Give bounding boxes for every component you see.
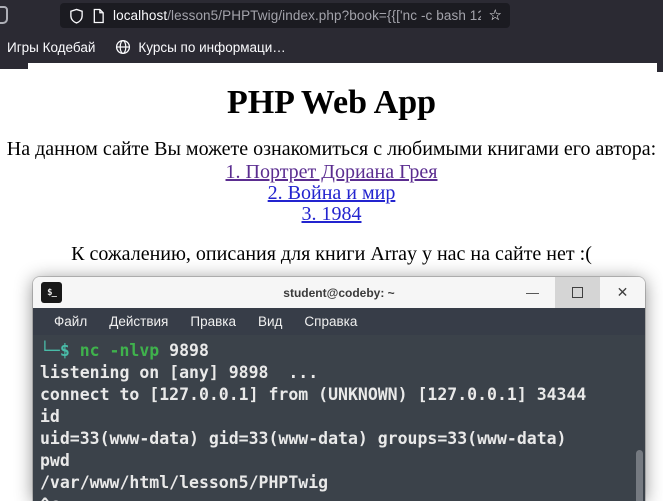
command-arg: 9898 <box>169 341 209 360</box>
menu-item-file[interactable]: Файл <box>43 314 98 329</box>
command-text: nc -nlvp <box>79 341 170 360</box>
chrome-notch-left <box>0 63 28 69</box>
terminal-output-line: id <box>40 407 60 426</box>
terminal-menubar: Файл Действия Правка Вид Справка <box>33 308 645 335</box>
terminal-window: $_ student@codeby: ~ — ✕ Файл Действия П… <box>33 277 645 501</box>
window-controls: — ✕ <box>510 277 645 308</box>
url-host: localhost <box>113 8 168 23</box>
page-title: PHP Web App <box>226 84 437 121</box>
url-path: /lesson5/PHPTwig/index.php?book={{['nc -… <box>167 8 480 23</box>
terminal-output-line: listening on [any] 9898 ... <box>40 363 319 382</box>
menu-item-edit[interactable]: Правка <box>179 314 247 329</box>
intro-text: На данном сайте Вы можете ознакомиться с… <box>6 138 657 160</box>
maximize-button[interactable] <box>555 277 600 308</box>
bookmark-item-courses[interactable]: Курсы по информаци… <box>115 39 286 55</box>
bookmarks-bar: Игры Кодебай Курсы по информаци… <box>7 33 286 61</box>
prompt-symbol: └─$ <box>40 341 80 360</box>
menu-item-view[interactable]: Вид <box>247 314 293 329</box>
close-button[interactable]: ✕ <box>600 277 645 308</box>
book-link-2[interactable]: 2. Война и мир <box>0 183 663 204</box>
terminal-prompt-line: └─$ nc -nlvp 9898 <box>40 340 645 362</box>
terminal-app-icon: $_ <box>41 282 62 303</box>
book-list: 1. Портрет Дориана Грея 2. Война и мир 3… <box>0 162 663 225</box>
screen: localhost/lesson5/PHPTwig/index.php?book… <box>0 0 663 501</box>
url-text[interactable]: localhost/lesson5/PHPTwig/index.php?book… <box>113 8 481 23</box>
terminal-output-line: pwd <box>40 451 70 470</box>
page-info-icon[interactable] <box>92 8 105 24</box>
error-text: К сожалению, описания для книги Array у … <box>71 243 592 265</box>
maximize-icon <box>572 287 583 298</box>
bookmark-star-icon[interactable]: ☆ <box>489 8 502 23</box>
bookmark-item-games[interactable]: Игры Кодебай <box>7 40 95 55</box>
globe-icon <box>116 39 131 55</box>
menu-item-help[interactable]: Справка <box>293 314 368 329</box>
terminal-output-line: /var/www/html/lesson5/PHPTwig <box>40 473 329 492</box>
shield-icon[interactable] <box>69 8 84 24</box>
book-link-1[interactable]: 1. Портрет Дориана Грея <box>0 162 663 183</box>
terminal-body[interactable]: └─$ nc -nlvp 9898 listening on [any] 989… <box>33 335 645 501</box>
terminal-output-line: uid=33(www-data) gid=33(www-data) groups… <box>40 429 567 448</box>
home-icon[interactable] <box>0 6 8 24</box>
book-link-3[interactable]: 3. 1984 <box>0 204 663 225</box>
browser-toolbar: localhost/lesson5/PHPTwig/index.php?book… <box>0 0 663 63</box>
terminal-titlebar[interactable]: $_ student@codeby: ~ — ✕ <box>33 277 645 308</box>
terminal-scrollbar[interactable] <box>636 450 643 501</box>
bookmark-label: Игры Кодебай <box>7 39 96 55</box>
chrome-notch-right <box>657 63 663 72</box>
menu-item-actions[interactable]: Действия <box>98 314 179 329</box>
terminal-output-line: ^c <box>40 494 645 501</box>
minimize-button[interactable]: — <box>510 277 555 308</box>
bookmark-label: Курсы по информаци… <box>138 39 286 55</box>
url-bar[interactable]: localhost/lesson5/PHPTwig/index.php?book… <box>60 3 510 28</box>
terminal-output-line: connect to [127.0.0.1] from (UNKNOWN) [1… <box>40 385 587 404</box>
